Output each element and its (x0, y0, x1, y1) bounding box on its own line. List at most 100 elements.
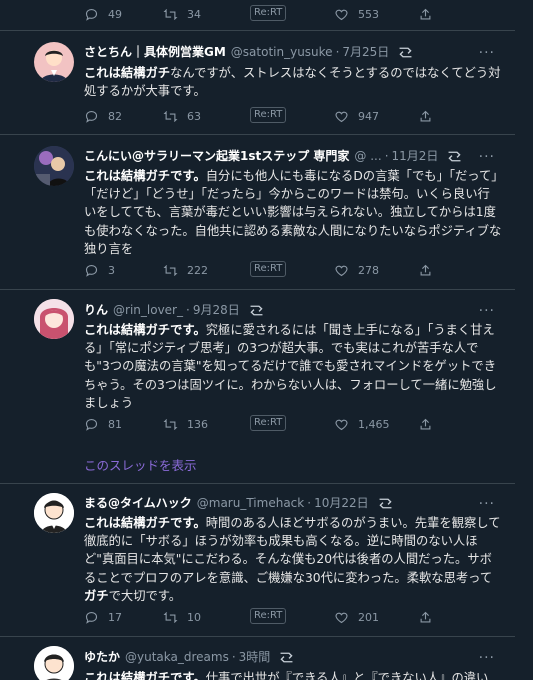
retweet-button[interactable]: 222 (163, 261, 208, 279)
timeline-feed: 49 34 Re:RT 553 さとちん｜具体例営業GM @satotin_yu… (0, 0, 533, 680)
reply-count: 17 (108, 610, 122, 624)
retweet-button[interactable]: 34 (163, 5, 201, 23)
retweet-count: 136 (187, 417, 208, 431)
tweet-date[interactable]: 7月25日 (342, 43, 389, 61)
reply-button[interactable]: 82 (84, 107, 122, 125)
tweet-actions: 81 136 Re:RT 1,465 (84, 415, 444, 433)
heart-icon (335, 419, 348, 430)
like-button[interactable]: 201 (334, 608, 379, 626)
highlight-text-2: ガチ (84, 588, 109, 603)
retweet-icon (163, 110, 178, 122)
highlight-text: これは結構ガチ (84, 66, 171, 80)
display-name[interactable]: まる@タイムハック (84, 494, 192, 512)
retweet-icon (163, 418, 178, 430)
rert-button[interactable]: Re:RT (250, 261, 287, 277)
heart-icon (335, 111, 348, 122)
user-handle[interactable]: @yutaka_dreams (125, 648, 229, 666)
more-options-button[interactable]: ··· (479, 497, 495, 511)
tweet-item[interactable]: さとちん｜具体例営業GM @satotin_yusuke · 7月25日 ···… (0, 32, 515, 135)
reply-icon (85, 264, 98, 277)
like-count: 947 (358, 109, 379, 123)
tweet-partial-top[interactable]: 49 34 Re:RT 553 (0, 0, 515, 31)
tweet-date[interactable]: 9月28日 (193, 301, 240, 319)
tweet-header: ゆたか @yutaka_dreams · 3時間 (84, 648, 295, 666)
display-name[interactable]: りん (84, 301, 108, 319)
retweet-translate-icon[interactable] (278, 651, 295, 664)
tweet-item[interactable]: ゆたか @yutaka_dreams · 3時間 ··· これは結構ガチです。仕… (0, 638, 515, 680)
show-thread-link[interactable]: このスレッドを表示 (84, 455, 197, 474)
rert-button[interactable]: Re:RT (250, 107, 287, 123)
like-count: 201 (358, 610, 379, 624)
share-icon (420, 418, 431, 429)
tweet-text: これは結構ガチなんですが、ストレスはなくそうとするのではなくてどう対処するかが大… (84, 64, 502, 100)
tweet-text: これは結構ガチです。時間のある人ほどサボるのがうまい。先輩を観察して徹底的に「サ… (84, 514, 502, 605)
avatar[interactable] (34, 42, 74, 82)
heart-icon (335, 9, 348, 20)
avatar[interactable] (34, 493, 74, 533)
like-button[interactable]: 947 (334, 107, 379, 125)
reply-icon (85, 110, 98, 123)
user-handle[interactable]: @maru_Timehack (197, 494, 304, 512)
more-options-button[interactable]: ··· (479, 651, 495, 665)
tweet-date[interactable]: 10月22日 (314, 494, 369, 512)
highlight-text: これは結構ガチです。 (84, 671, 206, 680)
like-button[interactable]: 1,465 (334, 415, 390, 433)
retweet-button[interactable]: 10 (163, 608, 201, 626)
like-button[interactable]: 278 (334, 261, 379, 279)
like-count: 1,465 (358, 417, 390, 431)
highlight-text: これは結構ガチです。 (84, 169, 206, 183)
avatar[interactable] (34, 646, 74, 680)
heart-icon (335, 612, 348, 623)
separator-dot: · (231, 650, 236, 664)
reply-button[interactable]: 81 (84, 415, 122, 433)
tweet-item[interactable]: こんにい@サラリーマン起業1stステップ 専門家 @ ... · 11月2日 ·… (0, 136, 515, 290)
display-name[interactable]: ゆたか (84, 648, 120, 666)
tweet-header: りん @rin_lover_ · 9月28日 (84, 301, 265, 319)
more-options-button[interactable]: ··· (479, 304, 495, 318)
retweet-count: 34 (187, 7, 201, 21)
retweet-translate-icon[interactable] (397, 46, 414, 59)
avatar[interactable] (34, 146, 74, 186)
tweet-actions: 3 222 Re:RT 278 (84, 261, 444, 279)
display-name[interactable]: こんにい@サラリーマン起業1stステップ 専門家 (84, 147, 349, 165)
user-handle[interactable]: @rin_lover_ (113, 301, 183, 319)
share-icon (420, 110, 431, 121)
reply-button[interactable]: 17 (84, 608, 122, 626)
tweet-actions: 17 10 Re:RT 201 (84, 608, 444, 626)
user-handle[interactable]: @ ... (354, 147, 381, 165)
tweet-item[interactable]: りん @rin_lover_ · 9月28日 ··· これは結構ガチです。究極に… (0, 291, 515, 484)
more-options-button[interactable]: ··· (479, 46, 495, 60)
tweet-text: これは結構ガチです。究極に愛されるには「聞き上手になる」「うまく甘える」「常にポ… (84, 321, 502, 412)
tweet-item[interactable]: まる@タイムハック @maru_Timehack · 10月22日 ··· これ… (0, 485, 515, 637)
like-count: 278 (358, 263, 379, 277)
retweet-translate-icon[interactable] (446, 150, 463, 163)
separator-dot: · (185, 303, 190, 317)
retweet-translate-icon[interactable] (248, 304, 265, 317)
user-handle[interactable]: @satotin_yusuke (231, 43, 333, 61)
retweet-translate-icon[interactable] (377, 497, 394, 510)
retweet-count: 222 (187, 263, 208, 277)
reply-count: 49 (108, 7, 122, 21)
retweet-button[interactable]: 136 (163, 415, 208, 433)
display-name[interactable]: さとちん｜具体例営業GM (84, 43, 226, 61)
reply-button[interactable]: 3 (84, 261, 115, 279)
share-button[interactable] (418, 415, 433, 433)
share-button[interactable] (418, 107, 433, 125)
tweet-body-2: で大切です。 (108, 588, 182, 603)
rert-button[interactable]: Re:RT (250, 5, 287, 21)
like-button[interactable]: 553 (334, 5, 379, 23)
rert-button[interactable]: Re:RT (250, 608, 287, 624)
retweet-button[interactable]: 63 (163, 107, 201, 125)
share-button[interactable] (418, 5, 433, 23)
reply-icon (85, 418, 98, 431)
separator-dot: · (307, 496, 312, 510)
highlight-text: これは結構ガチです。 (84, 516, 206, 530)
tweet-date[interactable]: 3時間 (239, 648, 271, 666)
avatar[interactable] (34, 299, 74, 339)
tweet-date[interactable]: 11月2日 (392, 147, 439, 165)
share-button[interactable] (418, 608, 433, 626)
share-button[interactable] (418, 261, 433, 279)
more-options-button[interactable]: ··· (479, 150, 495, 164)
rert-button[interactable]: Re:RT (250, 415, 287, 431)
reply-button[interactable]: 49 (84, 5, 122, 23)
